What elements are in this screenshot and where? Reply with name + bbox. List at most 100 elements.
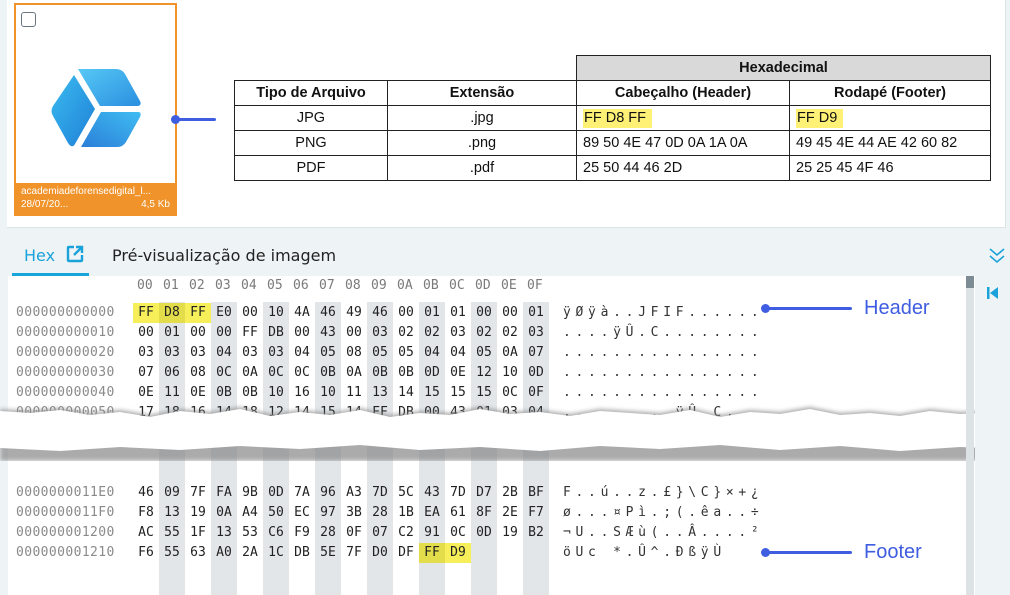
- hex-byte[interactable]: FA: [211, 485, 237, 500]
- hex-byte[interactable]: 01: [523, 305, 549, 320]
- hex-byte[interactable]: 0C: [445, 525, 471, 540]
- hex-byte[interactable]: 97: [315, 505, 341, 520]
- hex-byte[interactable]: 10: [497, 365, 523, 380]
- hex-byte[interactable]: 00: [497, 305, 523, 320]
- hex-byte[interactable]: 00: [237, 305, 263, 320]
- hex-byte[interactable]: 96: [315, 485, 341, 500]
- hex-byte[interactable]: FF: [133, 305, 159, 320]
- hex-byte[interactable]: 0C: [263, 365, 289, 380]
- hex-byte[interactable]: E0: [211, 305, 237, 320]
- hex-byte[interactable]: 04: [419, 345, 445, 360]
- hex-byte[interactable]: 0A: [341, 365, 367, 380]
- hex-byte[interactable]: 0B: [315, 365, 341, 380]
- hex-byte[interactable]: 55: [159, 545, 185, 560]
- hex-byte[interactable]: 0E: [445, 365, 471, 380]
- hex-byte[interactable]: 01: [159, 325, 185, 340]
- hex-byte[interactable]: FF: [185, 305, 211, 320]
- hex-byte[interactable]: 13: [367, 385, 393, 400]
- hex-byte[interactable]: 00: [211, 325, 237, 340]
- hex-byte[interactable]: 09: [159, 485, 185, 500]
- hex-byte[interactable]: 10: [315, 385, 341, 400]
- hex-byte[interactable]: 9B: [237, 485, 263, 500]
- hex-byte[interactable]: 04: [445, 345, 471, 360]
- tab-hex[interactable]: Hex: [12, 232, 89, 276]
- hex-byte[interactable]: 2B: [497, 485, 523, 500]
- hex-byte[interactable]: A4: [237, 505, 263, 520]
- hex-byte[interactable]: 15: [471, 385, 497, 400]
- hex-byte[interactable]: 03: [159, 345, 185, 360]
- hex-byte[interactable]: 00: [133, 325, 159, 340]
- hex-byte[interactable]: 1C: [263, 545, 289, 560]
- hex-byte[interactable]: FF: [237, 325, 263, 340]
- hex-byte[interactable]: 8F: [471, 505, 497, 520]
- hex-byte[interactable]: 0E: [133, 385, 159, 400]
- hex-byte[interactable]: 03: [523, 325, 549, 340]
- hex-byte[interactable]: 2E: [497, 505, 523, 520]
- hex-byte[interactable]: 7A: [289, 485, 315, 500]
- hex-byte[interactable]: 08: [185, 365, 211, 380]
- hex-byte[interactable]: 00: [185, 325, 211, 340]
- hex-byte[interactable]: 05: [471, 345, 497, 360]
- hex-byte[interactable]: 0A: [497, 345, 523, 360]
- hex-byte[interactable]: 63: [185, 545, 211, 560]
- hex-byte[interactable]: 46: [367, 305, 393, 320]
- hex-byte[interactable]: F7: [523, 505, 549, 520]
- hex-byte[interactable]: 0B: [393, 365, 419, 380]
- hex-byte[interactable]: 3B: [341, 505, 367, 520]
- hex-byte[interactable]: 2A: [237, 545, 263, 560]
- hex-byte[interactable]: 5C: [393, 485, 419, 500]
- hex-byte[interactable]: 01: [445, 305, 471, 320]
- hex-byte[interactable]: 1B: [393, 505, 419, 520]
- hex-byte[interactable]: 0C: [497, 385, 523, 400]
- hex-byte[interactable]: 19: [497, 525, 523, 540]
- go-to-start-icon[interactable]: [987, 286, 999, 300]
- hex-byte[interactable]: 03: [185, 345, 211, 360]
- hex-byte[interactable]: 91: [419, 525, 445, 540]
- hex-byte[interactable]: 03: [263, 345, 289, 360]
- hex-byte[interactable]: AC: [133, 525, 159, 540]
- hex-byte[interactable]: A0: [211, 545, 237, 560]
- hex-byte[interactable]: 01: [419, 305, 445, 320]
- hex-byte[interactable]: 0B: [367, 365, 393, 380]
- hex-byte[interactable]: 0B: [237, 385, 263, 400]
- hex-byte[interactable]: 46: [315, 305, 341, 320]
- hex-byte[interactable]: A3: [341, 485, 367, 500]
- hex-byte[interactable]: 14: [393, 385, 419, 400]
- hex-byte[interactable]: 03: [367, 325, 393, 340]
- hex-byte[interactable]: 46: [133, 485, 159, 500]
- hex-byte[interactable]: 28: [315, 525, 341, 540]
- hex-byte[interactable]: 04: [289, 345, 315, 360]
- hex-byte[interactable]: EC: [289, 505, 315, 520]
- select-checkbox[interactable]: [21, 12, 36, 27]
- hex-byte[interactable]: 00: [289, 325, 315, 340]
- hex-byte[interactable]: 0C: [289, 365, 315, 380]
- hex-byte[interactable]: 0A: [237, 365, 263, 380]
- hex-byte[interactable]: 43: [419, 485, 445, 500]
- hex-byte[interactable]: D8: [159, 305, 185, 320]
- hex-byte[interactable]: 1F: [185, 525, 211, 540]
- hex-byte[interactable]: C6: [263, 525, 289, 540]
- hex-byte[interactable]: B2: [523, 525, 549, 540]
- hex-byte[interactable]: 53: [237, 525, 263, 540]
- hex-byte[interactable]: 7D: [445, 485, 471, 500]
- hex-byte[interactable]: 15: [419, 385, 445, 400]
- hex-byte[interactable]: 43: [315, 325, 341, 340]
- hex-byte[interactable]: 5E: [315, 545, 341, 560]
- hex-byte[interactable]: 49: [341, 305, 367, 320]
- hex-byte[interactable]: 55: [159, 525, 185, 540]
- hex-byte[interactable]: 0C: [211, 365, 237, 380]
- hex-byte[interactable]: 12: [471, 365, 497, 380]
- hex-byte[interactable]: 11: [341, 385, 367, 400]
- hex-byte[interactable]: 28: [367, 505, 393, 520]
- hex-byte[interactable]: 06: [159, 365, 185, 380]
- file-thumbnail[interactable]: academiadeforensedigital_l... 28/07/20..…: [14, 3, 177, 216]
- hex-byte[interactable]: 05: [315, 345, 341, 360]
- external-link-icon[interactable]: [66, 245, 84, 263]
- hex-byte[interactable]: 0F: [341, 525, 367, 540]
- hex-byte[interactable]: 50: [263, 505, 289, 520]
- hex-byte[interactable]: D9: [445, 545, 471, 560]
- double-chevron-down-icon[interactable]: [988, 246, 1006, 266]
- scrollbar[interactable]: [966, 276, 974, 595]
- hex-byte[interactable]: 0D: [523, 365, 549, 380]
- hex-byte[interactable]: 11: [159, 385, 185, 400]
